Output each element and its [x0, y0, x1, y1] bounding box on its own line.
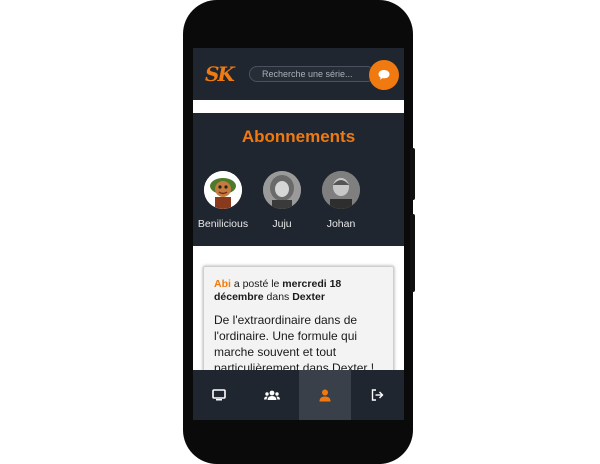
post-author[interactable]: Abi — [214, 278, 231, 290]
app-logo[interactable]: SK — [205, 62, 235, 86]
logout-icon — [371, 389, 384, 401]
post-meta-text-in: dans — [263, 291, 293, 303]
post-show[interactable]: Dexter — [292, 291, 325, 303]
nav-tv-button[interactable] — [193, 370, 246, 420]
chat-icon — [378, 70, 390, 80]
chat-button[interactable] — [369, 60, 399, 90]
app-header: SK — [193, 48, 404, 100]
subscription-item[interactable]: Juju — [249, 171, 315, 230]
nav-users-button[interactable] — [246, 370, 299, 420]
bottom-nav — [193, 370, 404, 420]
subscription-item[interactable]: Johan — [308, 171, 374, 230]
avatar — [263, 171, 301, 209]
post-meta: Abi a posté le mercredi 18 décembre dans… — [214, 278, 383, 304]
users-icon — [264, 390, 281, 400]
subscriptions-section: Abonnements Benilicious Juju Johan — [193, 113, 404, 246]
avatar — [322, 171, 360, 209]
app-screen: SK Abonnements Benilicious — [193, 48, 404, 420]
nav-profile-button[interactable] — [298, 370, 352, 420]
phone-volume-button — [410, 214, 415, 292]
feed-section: Abi a posté le mercredi 18 décembre dans… — [193, 246, 404, 396]
subscription-name: Juju — [272, 218, 292, 230]
subscription-name: Johan — [326, 218, 356, 230]
post-comment: De l'extraordinaire dans de l'ordinaire.… — [214, 313, 375, 375]
user-icon — [319, 389, 331, 401]
divider-strip — [193, 100, 404, 113]
search-input[interactable] — [249, 66, 375, 82]
nav-logout-button[interactable] — [351, 370, 404, 420]
post-meta-text: a posté le — [230, 278, 283, 290]
phone-side-button — [410, 148, 415, 200]
subscriptions-title: Abonnements — [241, 127, 356, 146]
subscription-name: Benilicious — [197, 218, 249, 230]
tv-icon — [212, 389, 227, 401]
subscription-item[interactable]: Benilicious — [193, 171, 256, 230]
avatar — [204, 171, 242, 209]
